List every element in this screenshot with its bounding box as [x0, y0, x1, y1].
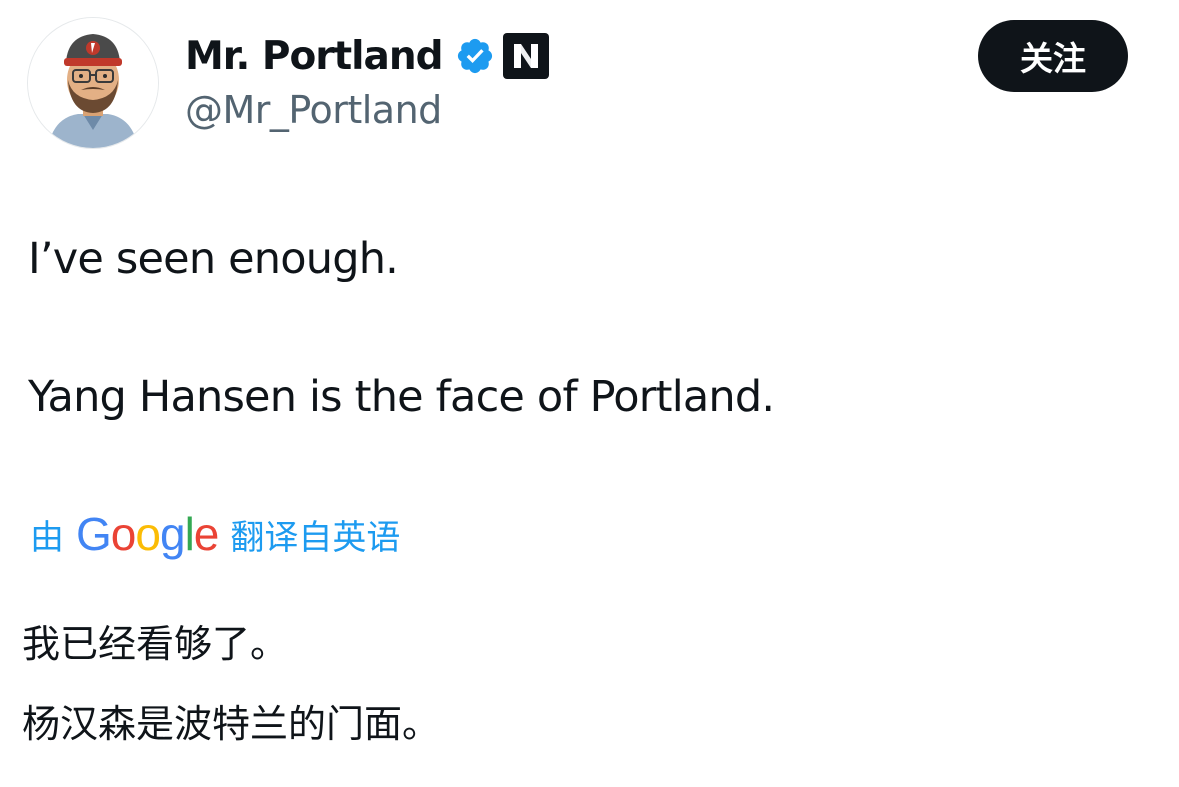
translated-text: 我已经看够了。 杨汉森是波特兰的门面。 [22, 604, 1142, 764]
follow-button[interactable]: 关注 [978, 20, 1128, 92]
tweet-text-line: I’ve seen enough. [28, 234, 399, 284]
display-name[interactable]: Mr. Portland [185, 34, 443, 79]
tweet-card: Mr. Portland @Mr_Portland 关注 I’ve seen e… [0, 0, 1179, 787]
affiliate-badge-icon[interactable] [502, 33, 549, 79]
bitmoji-avatar-icon [28, 18, 158, 148]
verified-badge-icon[interactable] [455, 36, 495, 76]
google-logo-letter: o [135, 508, 161, 560]
author-name-row: Mr. Portland [185, 30, 549, 82]
google-logo: Google [76, 508, 220, 560]
tweet-text-line: Yang Hansen is the face of Portland. [28, 372, 775, 422]
translation-prefix: 由 [30, 517, 64, 558]
google-logo-letter: o [110, 508, 137, 560]
author-handle[interactable]: @Mr_Portland [185, 88, 549, 132]
google-logo-letter: l [184, 508, 195, 560]
tweet-text: I’ve seen enough. Yang Hansen is the fac… [28, 228, 1148, 428]
translation-suffix: 翻译自英语 [230, 517, 401, 558]
translation-attribution[interactable]: 由 Google 翻译自英语 [30, 506, 400, 562]
avatar[interactable] [27, 17, 159, 149]
google-logo-letter: G [76, 508, 112, 560]
author-block: Mr. Portland @Mr_Portland [185, 30, 549, 132]
google-logo-letter: e [193, 508, 220, 560]
translated-text-line: 杨汉森是波特兰的门面。 [22, 702, 441, 746]
google-logo-letter: g [159, 508, 186, 560]
translated-text-line: 我已经看够了。 [22, 622, 289, 666]
